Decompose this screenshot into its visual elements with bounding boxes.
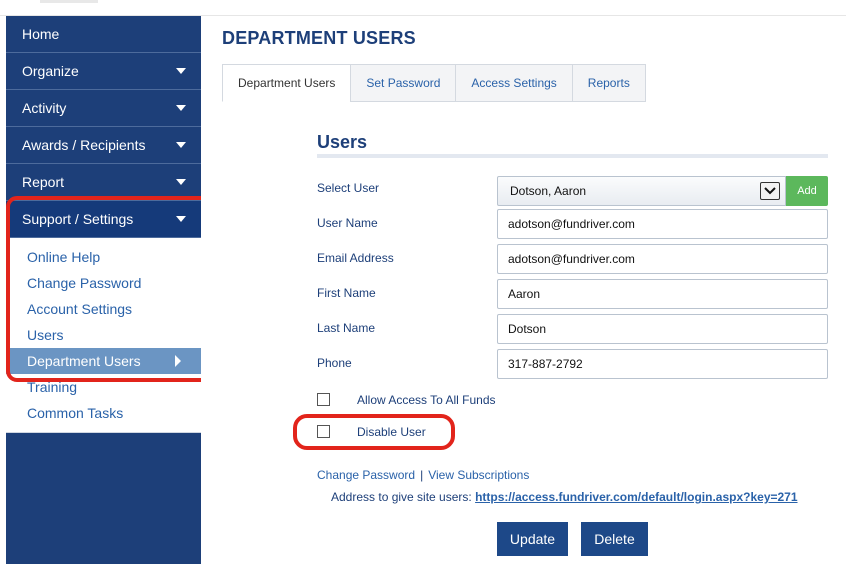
select-user-dropdown[interactable]: Dotson, Aaron	[497, 176, 786, 206]
caret-down-icon	[176, 68, 186, 74]
submenu-item-label: Common Tasks	[27, 405, 124, 421]
sidebar-item-organize[interactable]: Organize	[6, 53, 201, 90]
last-name-field[interactable]	[497, 314, 828, 344]
delete-button[interactable]: Delete	[581, 522, 648, 556]
phone-label: Phone	[317, 356, 352, 370]
sidebar-item-activity[interactable]: Activity	[6, 90, 201, 127]
sidebar-item-label: Report	[22, 174, 65, 190]
tab-set-password[interactable]: Set Password	[350, 64, 457, 102]
action-links: Change Password | View Subscriptions	[317, 468, 529, 482]
page-title: DEPARTMENT USERS	[222, 28, 416, 48]
submenu-item-common-tasks[interactable]: Common Tasks	[6, 400, 201, 426]
sidebar-item-label: Organize	[22, 63, 79, 79]
site-address-link[interactable]: https://access.fundriver.com/default/log…	[475, 490, 797, 504]
site-address: Address to give site users: https://acce…	[331, 490, 798, 504]
caret-down-icon	[176, 142, 186, 148]
main-content: DEPARTMENT USERS Department Users Set Pa…	[201, 16, 846, 564]
sidebar-item-home[interactable]: Home	[6, 16, 201, 53]
email-label: Email Address	[317, 251, 394, 265]
section-divider	[317, 154, 828, 158]
sidebar-item-label: Home	[22, 26, 60, 42]
allow-access-checkbox[interactable]	[317, 393, 330, 406]
tab-access-settings[interactable]: Access Settings	[455, 64, 573, 102]
sidebar-item-awards-recipients[interactable]: Awards / Recipients	[6, 127, 201, 164]
tab-bar: Department Users Set Password Access Set…	[222, 64, 646, 102]
caret-down-icon	[176, 179, 186, 185]
disable-user-highlight-annotation	[293, 414, 455, 450]
caret-down-icon	[176, 105, 186, 111]
site-address-label: Address to give site users:	[331, 490, 472, 504]
view-subscriptions-link[interactable]: View Subscriptions	[428, 468, 529, 482]
phone-field[interactable]	[497, 349, 828, 379]
user-name-label: User Name	[317, 216, 378, 230]
sidebar-highlight-annotation	[6, 196, 216, 382]
user-name-field[interactable]	[497, 209, 828, 239]
update-button[interactable]: Update	[497, 522, 568, 556]
first-name-label: First Name	[317, 286, 376, 300]
section-title: Users	[317, 132, 368, 152]
allow-access-label: Allow Access To All Funds	[357, 393, 496, 407]
first-name-field[interactable]	[497, 279, 828, 309]
select-user-value: Dotson, Aaron	[510, 184, 587, 198]
top-bar	[0, 0, 846, 16]
logo	[40, 0, 98, 3]
change-password-link[interactable]: Change Password	[317, 468, 415, 482]
last-name-label: Last Name	[317, 321, 376, 335]
sidebar-item-label: Activity	[22, 100, 67, 116]
email-field[interactable]	[497, 244, 828, 274]
chevron-down-icon[interactable]	[760, 182, 780, 200]
link-separator: |	[420, 468, 424, 482]
sidebar-item-label: Awards / Recipients	[22, 137, 146, 153]
tab-reports[interactable]: Reports	[571, 64, 646, 102]
add-user-button[interactable]: Add	[786, 176, 828, 206]
tab-department-users[interactable]: Department Users	[222, 64, 352, 102]
select-user-label: Select User	[317, 181, 380, 195]
